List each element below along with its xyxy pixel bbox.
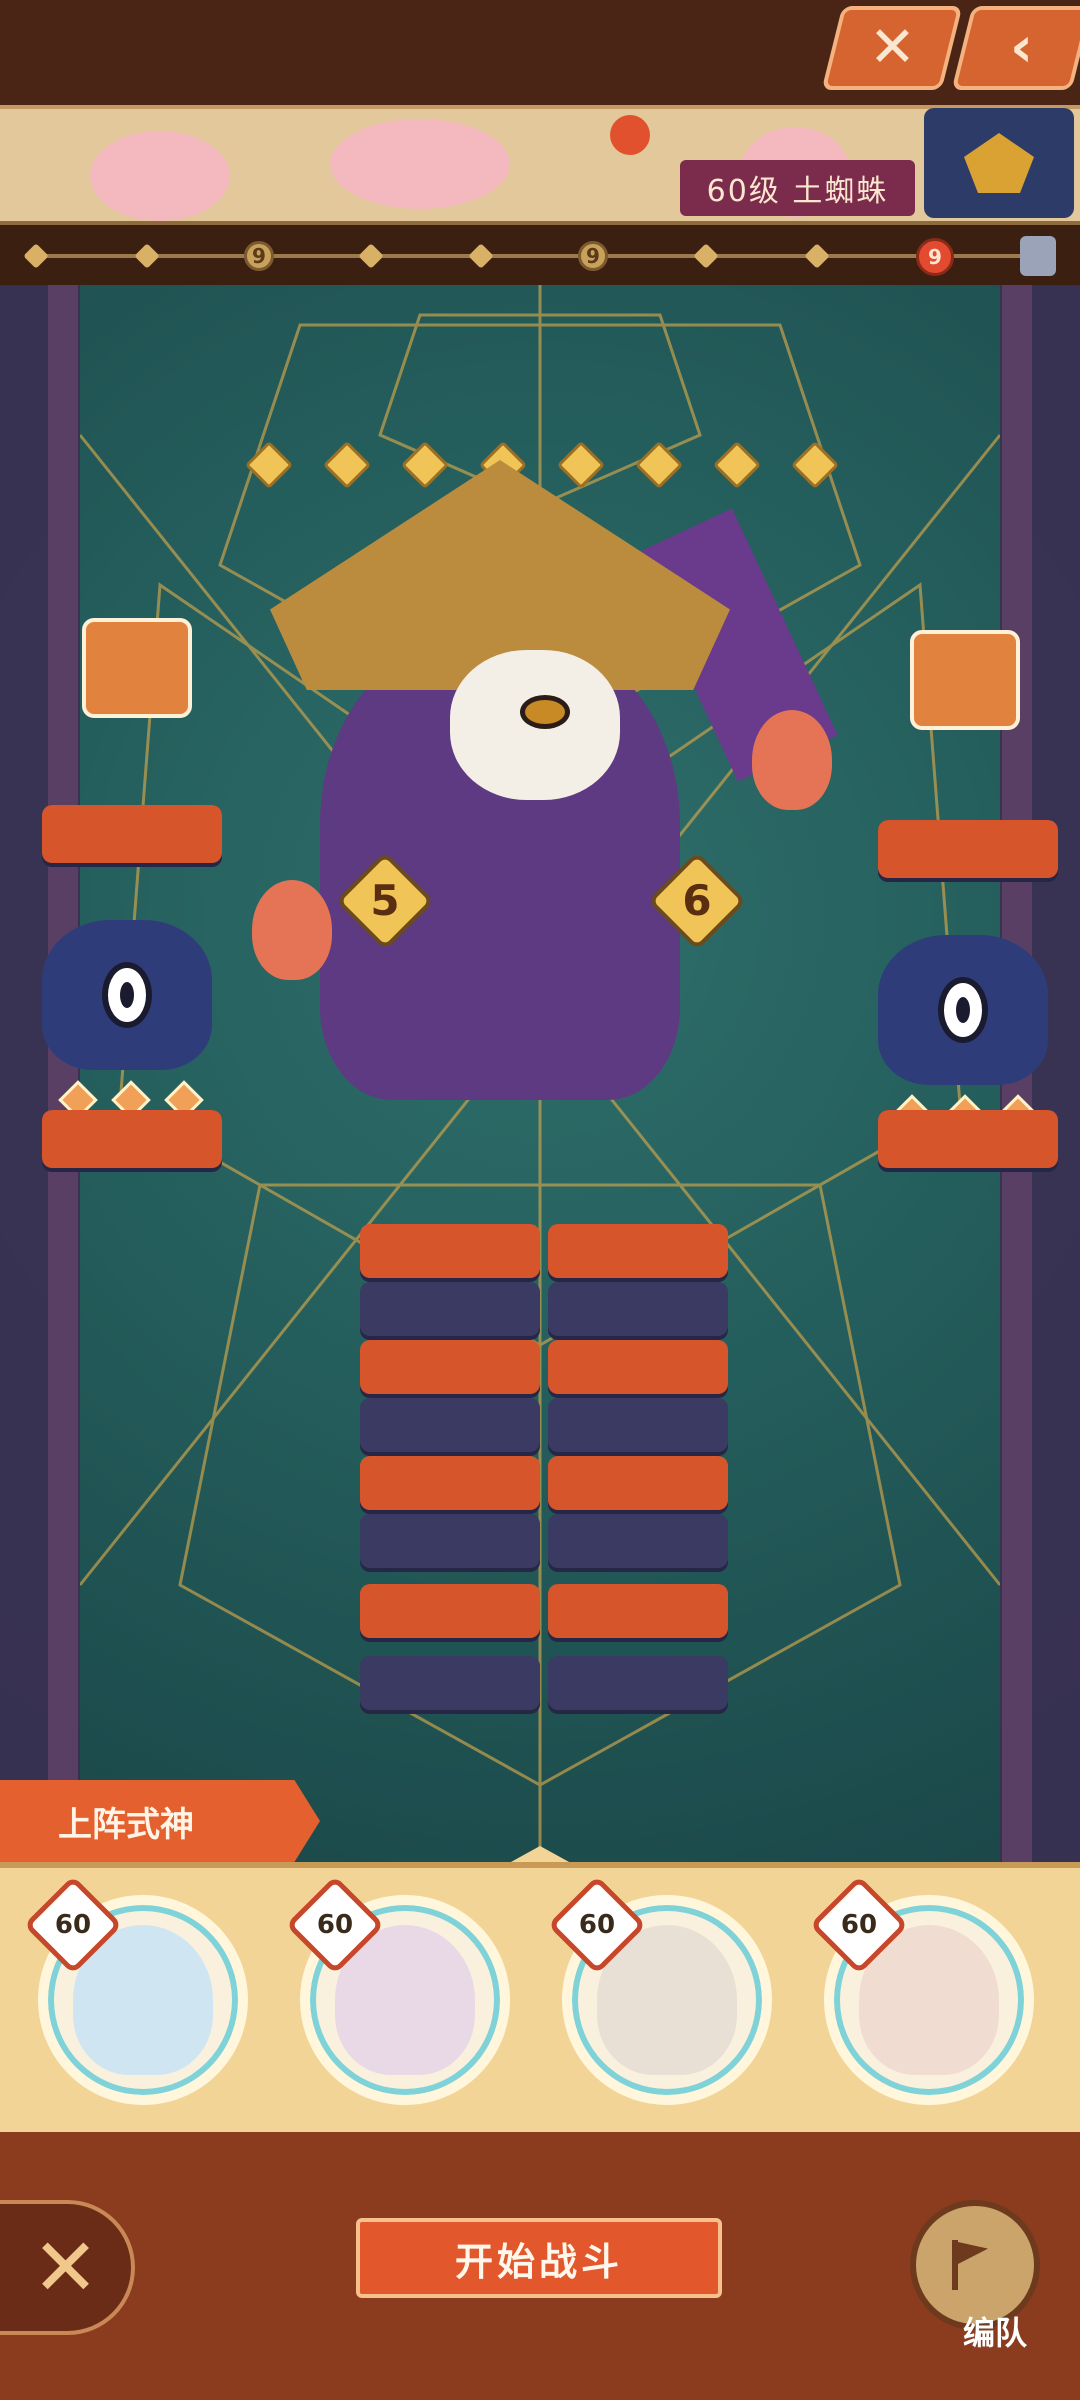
boss-hp-segment (548, 1584, 728, 1638)
close-button[interactable]: ✕ (0, 2200, 135, 2335)
minion-right-hp-bar (878, 820, 1058, 878)
boss-level-label: 60级 土蜘蛛 (680, 160, 915, 216)
left-curtain-edge (48, 285, 78, 1865)
boss-hp-segment (360, 1340, 540, 1394)
back-icon-button[interactable]: ‹ (951, 6, 1080, 90)
minion-right-shield-bar (878, 1110, 1058, 1168)
flag-icon (952, 2240, 998, 2290)
helmet-icon (964, 133, 1034, 193)
minion-left[interactable] (42, 920, 212, 1070)
minion-right[interactable] (878, 935, 1048, 1085)
boss-hp-segment (548, 1514, 728, 1568)
minion-left-hp-bar (42, 805, 222, 863)
boss-hp-segment (548, 1340, 728, 1394)
back-icon: ‹ (1010, 15, 1034, 80)
progress-track (25, 254, 1025, 258)
boss-hp-segment (360, 1398, 540, 1452)
boss-hp-segment (548, 1398, 728, 1452)
boss-emblem-icon[interactable] (924, 108, 1074, 218)
progress-node-reward: 9 (578, 241, 608, 271)
boss-hp-segment (548, 1224, 728, 1278)
boss-hp-segment (548, 1282, 728, 1336)
reward-chest-icon[interactable] (82, 618, 192, 718)
close-icon-button[interactable]: ✕ (821, 6, 963, 90)
formation-label: 编队 (962, 2314, 1027, 2352)
reward-chest-icon[interactable] (910, 630, 1020, 730)
boss-hp-segment (360, 1224, 540, 1278)
progress-node-reward: 9 (244, 241, 274, 271)
cherry-tree-decoration (90, 131, 230, 221)
boss-hp-segment (548, 1456, 728, 1510)
boss-hp-segment (548, 1656, 728, 1710)
ghost-fire-icon (752, 710, 832, 810)
boss-hp-segment (360, 1656, 540, 1710)
boss-hp-segment (360, 1282, 540, 1336)
boss-hp-segment (360, 1456, 540, 1510)
boss-hp-segment (360, 1584, 540, 1638)
progress-node-current: 9 (916, 238, 954, 276)
start-battle-button[interactable]: 开始战斗 (356, 2218, 722, 2298)
boss-eye (520, 695, 570, 729)
cherry-tree-decoration (330, 119, 510, 209)
minion-left-shield-bar (42, 1110, 222, 1168)
scissors-icon (1020, 236, 1056, 276)
close-icon: ✕ (868, 15, 916, 80)
sun-decoration (610, 115, 650, 155)
team-tab-label: 上阵式神 (0, 1780, 320, 1862)
ghost-fire-icon (252, 880, 332, 980)
boss-hp-segment (360, 1514, 540, 1568)
stage-banner (0, 105, 1080, 225)
